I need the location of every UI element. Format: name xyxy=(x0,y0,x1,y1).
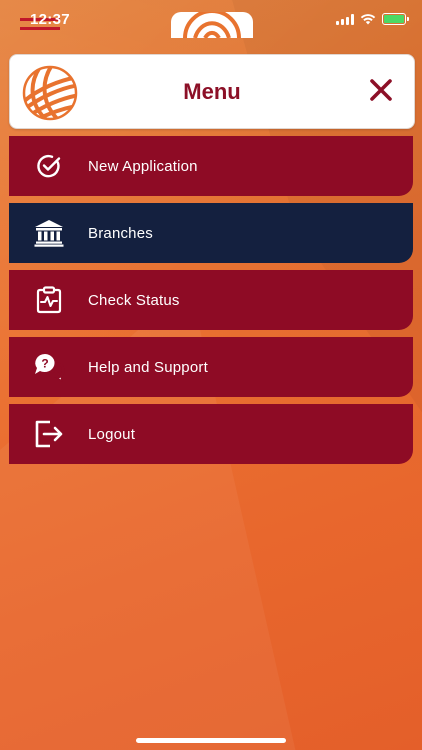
status-bar: 12:37 xyxy=(0,0,422,40)
menu-title: Menu xyxy=(183,79,241,104)
menu-item-help-and-support[interactable]: ? Help and Support xyxy=(9,337,413,397)
menu-item-label: Check Status xyxy=(88,291,180,309)
logout-icon xyxy=(31,416,67,452)
notch-logo-tab xyxy=(171,12,253,38)
status-time: 12:37 xyxy=(30,11,70,28)
menu-item-label: Logout xyxy=(88,425,136,443)
battery-icon xyxy=(382,13,409,25)
svg-text:?: ? xyxy=(41,357,48,371)
status-icons xyxy=(336,13,409,25)
chat-question-icon: ? xyxy=(31,349,67,385)
wifi-icon xyxy=(360,14,376,25)
close-button[interactable] xyxy=(366,75,396,105)
close-icon xyxy=(370,79,392,101)
menu-item-label: New Application xyxy=(88,157,198,175)
menu-header: Menu xyxy=(9,54,415,129)
signal-icon xyxy=(336,13,354,25)
clipboard-pulse-icon xyxy=(31,282,67,318)
home-indicator[interactable] xyxy=(136,738,286,743)
menu-item-label: Help and Support xyxy=(88,358,208,376)
menu-item-label: Branches xyxy=(88,224,153,242)
menu-item-new-application[interactable]: New Application xyxy=(9,136,413,196)
check-circle-icon xyxy=(31,148,67,184)
bank-icon xyxy=(31,215,67,251)
menu-item-branches[interactable]: Branches xyxy=(9,203,413,263)
menu-list: New Application Branches Check Status ? … xyxy=(9,136,413,471)
menu-item-logout[interactable]: Logout xyxy=(9,404,413,464)
globe-logo-icon xyxy=(183,12,241,38)
menu-item-check-status[interactable]: Check Status xyxy=(9,270,413,330)
battery-level xyxy=(384,15,404,23)
